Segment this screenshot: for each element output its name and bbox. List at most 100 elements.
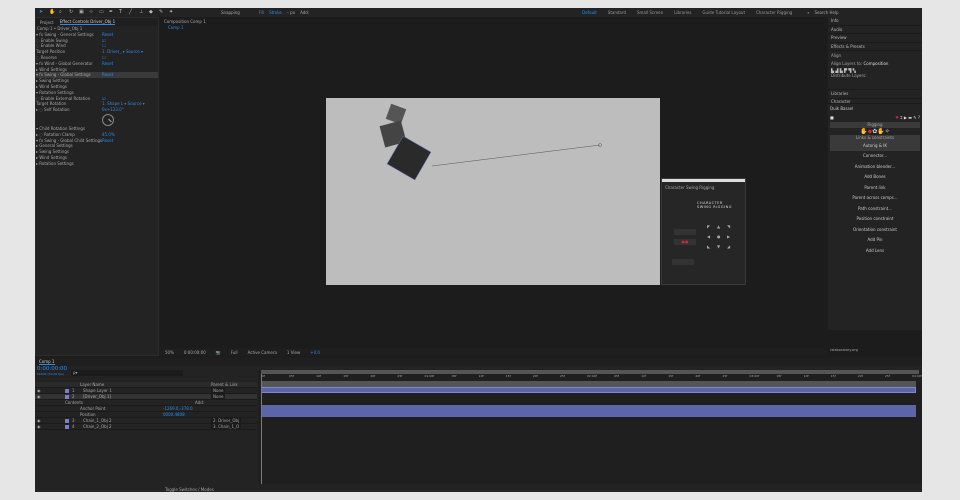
menu-icon[interactable]: ■ xyxy=(830,115,834,120)
camera-select[interactable]: Active Camera xyxy=(248,350,277,355)
swing-button-add[interactable] xyxy=(674,229,696,235)
workspace-guide[interactable]: Guide Tutorial Layout xyxy=(702,10,745,15)
anchor-b[interactable]: ▼ xyxy=(717,244,725,252)
duik-tool-button[interactable]: Connector... xyxy=(830,151,920,162)
workspace-character-rigging[interactable]: Character Rigging xyxy=(756,10,792,15)
align-to-select[interactable]: Composition xyxy=(863,61,888,66)
workspace-default[interactable]: Default xyxy=(582,10,597,15)
effect-property-row[interactable]: ▸ Rotation Settings xyxy=(36,161,158,167)
roto-tool-icon[interactable]: ✎ xyxy=(159,10,164,15)
anchor-br[interactable]: ◢ xyxy=(727,244,735,252)
stroke-width[interactable]: – px xyxy=(287,10,295,15)
search-help-input[interactable]: Search Help xyxy=(814,10,838,15)
duik-tool-button[interactable]: Orientation constraint xyxy=(830,225,920,236)
rigging-icon[interactable]: ♥ xyxy=(895,115,899,120)
tab-comp1[interactable]: Comp 1 xyxy=(39,359,55,365)
visibility-icon[interactable]: ◉ xyxy=(37,424,41,430)
toolbar: ➤ ✋ ⌕ ↻ ▣ ⊹ ▭ ✒ T ╱ ⊥ ◆ ✎ ✦ Snapping Fil… xyxy=(35,8,922,17)
duik-tool-button[interactable]: Parent across comps... xyxy=(830,193,920,204)
rotate-tool-icon[interactable]: ↻ xyxy=(69,10,74,15)
timeline-search-input[interactable]: ρ▾ xyxy=(71,370,183,376)
duik-footer[interactable]: rxlaboratory.org xyxy=(830,348,858,352)
tab-project[interactable]: Project xyxy=(40,20,54,25)
anchor-t[interactable]: ▲ xyxy=(717,224,725,232)
anchor-r[interactable]: ▶ xyxy=(727,234,735,242)
track-chain-2[interactable] xyxy=(261,411,916,417)
workspace-small-screen[interactable]: Small Screen xyxy=(637,10,663,15)
exposure-value[interactable]: +0.0 xyxy=(310,350,320,355)
time-ruler[interactable]: 0f 05f 10f 15f 20f 25f 01:00f 05f 10f 15f 20f 25f 02… xyxy=(258,374,922,380)
label-color[interactable] xyxy=(65,389,69,393)
add-menu[interactable]: Add: xyxy=(300,10,309,15)
property-label: ▸ Wind Settings xyxy=(36,154,68,160)
anchor-grid: ◤ ▲ ◥ ◀ ● ▶ ◣ ▼ ◢ xyxy=(707,224,735,252)
parent-select[interactable]: 3. Chain_1_O xyxy=(211,424,242,430)
snapping-checkbox[interactable]: Snapping xyxy=(221,10,240,15)
zoom-select[interactable]: 50% xyxy=(165,350,174,355)
comp-breadcrumb[interactable]: Comp 1 xyxy=(160,25,827,30)
panel-preview[interactable]: Preview xyxy=(828,34,922,43)
duik-tool-button[interactable]: Add Lens xyxy=(830,246,920,257)
playhead[interactable] xyxy=(261,374,262,484)
duik-tool-button[interactable]: Add Pin xyxy=(830,235,920,246)
swing-button-remove[interactable]: ●● xyxy=(674,239,696,245)
selection-tool-icon[interactable]: ➤ xyxy=(39,10,44,15)
property-label: ▾ fx Swing - Global Settings xyxy=(36,72,91,78)
duik-tool-button[interactable]: Autorig & IK xyxy=(830,140,920,151)
panel-effects-presets[interactable]: Effects & Presets xyxy=(828,42,922,51)
right-panels: Info Audio Preview Effects & Presets Ali… xyxy=(828,17,922,356)
rectangle-tool-icon[interactable]: ▭ xyxy=(99,10,104,15)
tab-composition[interactable]: Composition Comp 1 xyxy=(164,19,206,24)
puppet-tool-icon[interactable]: ✦ xyxy=(169,10,174,15)
clone-tool-icon[interactable]: ⊥ xyxy=(139,10,144,15)
swing-button-copy[interactable] xyxy=(672,259,694,265)
rotation-dial[interactable] xyxy=(102,113,114,126)
timeline-tracks[interactable]: 0f 05f 10f 15f 20f 25f 01:00f 05f 10f 15f 20f 25f 02… xyxy=(258,370,922,484)
pan-behind-tool-icon[interactable]: ⊹ xyxy=(89,10,94,15)
search-icon[interactable]: ⌕ xyxy=(807,10,809,15)
shape-square-small[interactable] xyxy=(385,103,407,125)
panel-libraries[interactable]: Libraries xyxy=(828,90,922,99)
duik-tool-button[interactable]: Parent link xyxy=(830,183,920,194)
toggle-switches-modes[interactable]: Toggle Switches / Modes xyxy=(165,487,214,492)
duik-tool-button[interactable]: Path constraint... xyxy=(830,204,920,215)
anchor-tr[interactable]: ◥ xyxy=(727,224,735,232)
property-label: ◌ Enable External Rotation xyxy=(36,95,91,101)
layer-list: Layer Name Parent & Link ◉ 1 Shape Layer 1N… xyxy=(35,382,257,430)
type-tool-icon[interactable]: T xyxy=(119,10,124,15)
panel-audio[interactable]: Audio xyxy=(828,25,922,34)
comp-canvas[interactable] xyxy=(326,98,660,285)
camera-tool-icon[interactable]: ▣ xyxy=(79,10,84,15)
zoom-tool-icon[interactable]: ⌕ xyxy=(59,10,64,15)
duik-rig-icons[interactable]: ✋◆✿✋✧ xyxy=(830,128,920,135)
settings-icon[interactable]: ✎ xyxy=(913,115,916,120)
label-color[interactable] xyxy=(65,395,69,399)
duik-tool-button[interactable]: Add Bones xyxy=(830,172,920,183)
brush-tool-icon[interactable]: ╱ xyxy=(129,10,134,15)
timecode[interactable]: 0:00:00:00 xyxy=(184,350,206,355)
views-select[interactable]: 1 View xyxy=(287,350,300,355)
fill-control[interactable]: Fill xyxy=(259,10,264,15)
stroke-control[interactable]: Stroke xyxy=(269,10,282,15)
layer-row[interactable]: ◉ 4 Chain_2_Obj 2 3. Chain_1_O xyxy=(35,424,257,430)
panel-info[interactable]: Info xyxy=(828,17,922,26)
resolution-select[interactable]: Full xyxy=(231,350,238,355)
duik-tool-button[interactable]: Position constraint xyxy=(830,214,920,225)
tab-effect-controls[interactable]: Effect Controls Driver_Obj 1 xyxy=(59,19,116,25)
pen-tool-icon[interactable]: ✒ xyxy=(109,10,114,15)
layer-name[interactable]: Chain_2_Obj 2 xyxy=(83,424,112,430)
workspace-standard[interactable]: Standard xyxy=(608,10,626,15)
anchor-c[interactable]: ● xyxy=(717,234,725,242)
anchor-l[interactable]: ◀ xyxy=(707,234,715,242)
anchor-tl[interactable]: ◤ xyxy=(707,224,715,232)
workspace-libraries[interactable]: Libraries xyxy=(674,10,691,15)
label-color[interactable] xyxy=(65,425,69,429)
effect-property-row[interactable]: ▸ ◌ Self Rotation 0x+123.0° xyxy=(36,107,158,113)
property-value[interactable]: 0x+123.0° xyxy=(102,107,124,113)
duik-tool-button[interactable]: Animation blender... xyxy=(830,162,920,173)
label-color[interactable] xyxy=(65,419,69,423)
eraser-tool-icon[interactable]: ◆ xyxy=(149,10,154,15)
snapshot-icon[interactable]: 📷 xyxy=(216,350,221,355)
hand-tool-icon[interactable]: ✋ xyxy=(49,10,55,15)
anchor-bl[interactable]: ◣ xyxy=(707,244,715,252)
